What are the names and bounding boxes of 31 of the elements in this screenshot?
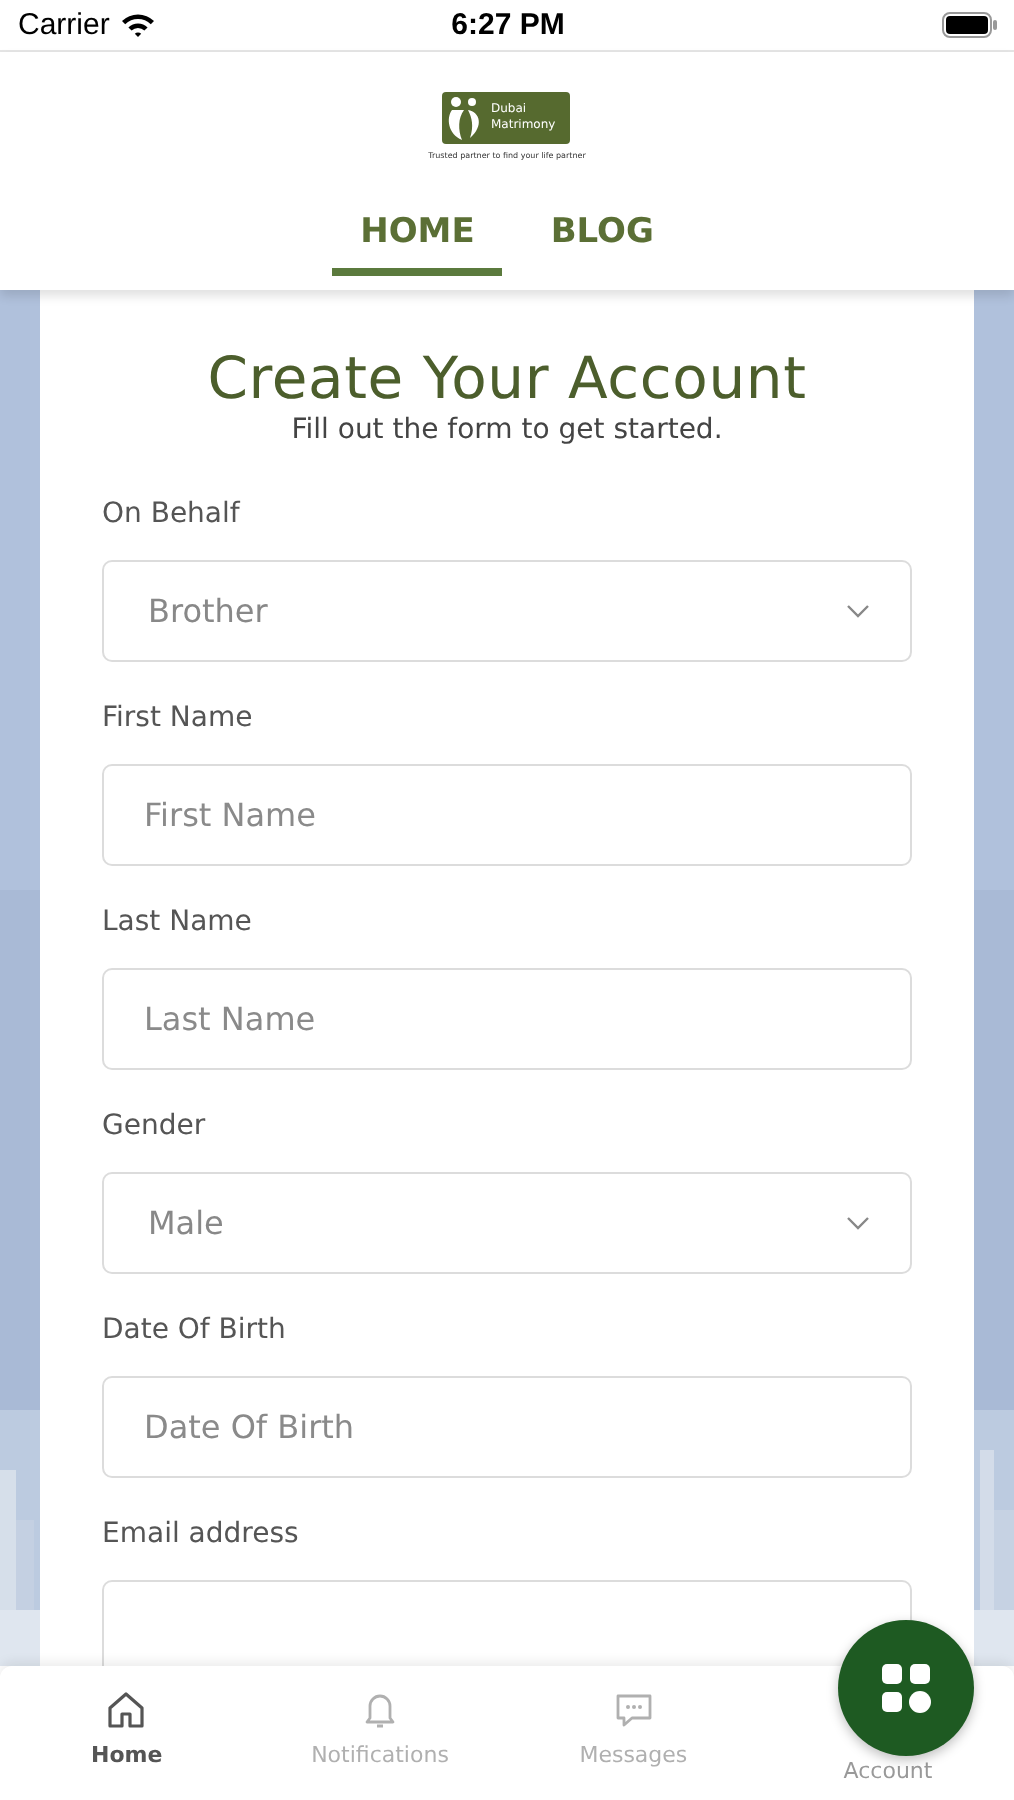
wifi-icon <box>119 12 156 38</box>
field-label: Gender <box>102 1110 208 1146</box>
form-subtitle: Fill out the form to get started. <box>289 414 725 446</box>
input-field[interactable]: Last Name <box>102 968 912 1070</box>
field-label: On Behalf <box>102 498 242 534</box>
input-field[interactable] <box>102 1580 912 1666</box>
bell-icon <box>360 1690 400 1730</box>
carrier-label: Carrier <box>18 8 110 42</box>
chat-icon <box>613 1690 654 1730</box>
field-label: Last Name <box>102 906 254 942</box>
grid-icon <box>880 1662 932 1714</box>
input-field[interactable]: First Name <box>102 764 912 866</box>
nav-item[interactable]: Account <box>808 1758 969 1800</box>
account-fab[interactable] <box>838 1620 974 1756</box>
nav-item[interactable]: Messages <box>506 1666 761 1800</box>
home-icon <box>106 1690 147 1730</box>
status-time: 6:27 PM <box>451 8 565 42</box>
dropdown-field[interactable]: Male <box>102 1172 912 1274</box>
field-label: Date Of Birth <box>102 1314 288 1350</box>
nav-item[interactable]: Home <box>0 1666 254 1800</box>
chevron-down-icon <box>846 604 870 618</box>
dropdown-field[interactable]: Brother <box>102 560 912 662</box>
nav-item[interactable]: Notifications <box>253 1666 507 1800</box>
nav-tab[interactable]: HOME <box>332 204 503 276</box>
nav-tab[interactable]: BLOG <box>522 204 682 276</box>
chevron-down-icon <box>846 1216 870 1230</box>
form-title: Create Your Account <box>205 342 809 414</box>
field-label: Email address <box>102 1518 301 1554</box>
input-field[interactable]: Date Of Birth <box>102 1376 912 1478</box>
field-label: First Name <box>102 702 255 738</box>
battery-icon <box>941 12 998 38</box>
